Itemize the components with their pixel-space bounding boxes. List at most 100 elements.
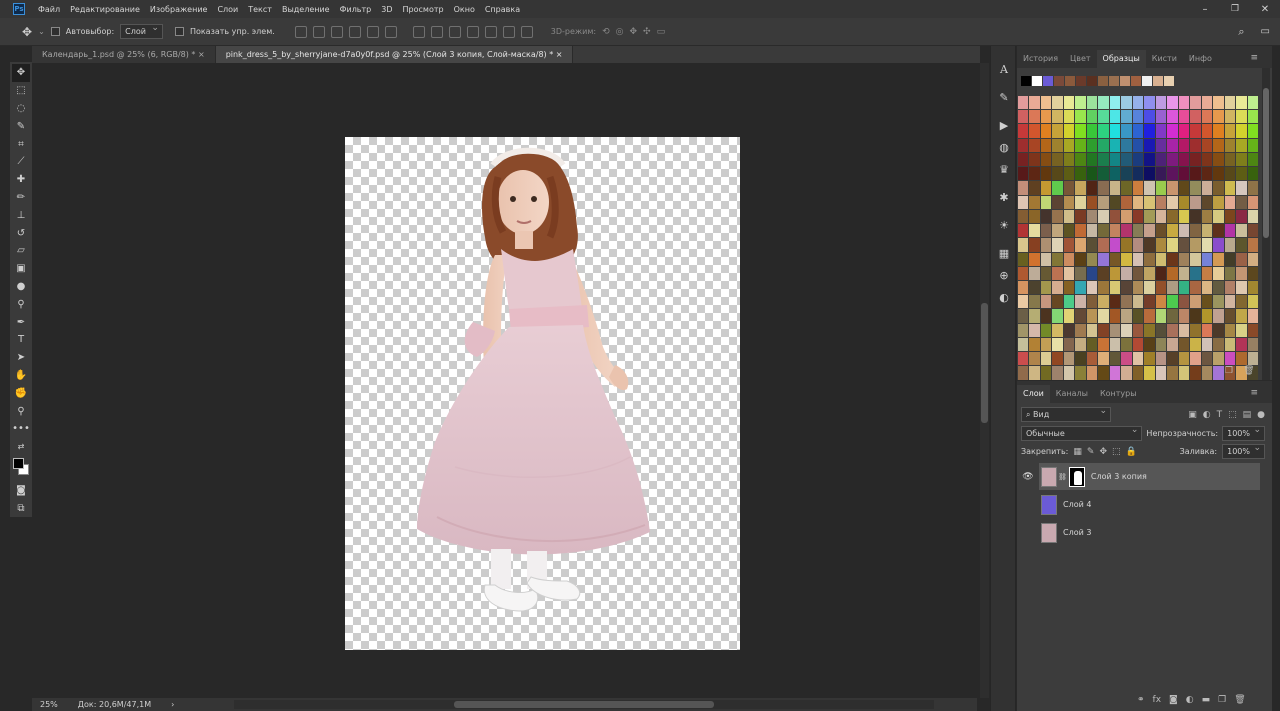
fill-input[interactable]: 100% bbox=[1222, 442, 1265, 459]
align-hcenter-icon[interactable] bbox=[366, 25, 379, 38]
swatch[interactable] bbox=[1190, 280, 1201, 295]
lasso-tool-icon[interactable]: ◌ bbox=[12, 100, 30, 118]
swatch[interactable] bbox=[1098, 152, 1109, 167]
swatch[interactable] bbox=[1121, 152, 1132, 167]
adjustment-layer-icon[interactable]: ◐ bbox=[1186, 695, 1194, 705]
swatch[interactable] bbox=[1190, 337, 1201, 352]
swatch[interactable] bbox=[1075, 167, 1086, 181]
swatch[interactable] bbox=[1224, 138, 1236, 152]
swatch[interactable] bbox=[1213, 337, 1224, 352]
swatch[interactable] bbox=[1121, 366, 1132, 380]
link-layers-icon[interactable]: ⚭ bbox=[1137, 695, 1145, 705]
swatch[interactable] bbox=[1155, 280, 1167, 295]
swatch[interactable] bbox=[1178, 323, 1190, 337]
swatch[interactable] bbox=[1109, 224, 1121, 238]
swatch[interactable] bbox=[1109, 209, 1121, 224]
swatch[interactable] bbox=[1029, 152, 1040, 167]
swatch[interactable] bbox=[1086, 238, 1098, 252]
swatch[interactable] bbox=[1167, 366, 1178, 380]
swatch[interactable] bbox=[1167, 181, 1178, 195]
3d-scale-icon[interactable]: ▭ bbox=[657, 27, 666, 37]
search-icon[interactable]: ⌕ bbox=[1238, 25, 1244, 39]
swatch[interactable] bbox=[1029, 323, 1040, 337]
swatch[interactable] bbox=[1144, 96, 1155, 110]
swatch[interactable] bbox=[1052, 309, 1063, 323]
swatch[interactable] bbox=[1178, 252, 1190, 266]
swatch[interactable] bbox=[1167, 195, 1178, 209]
swatch[interactable] bbox=[1144, 209, 1155, 224]
swatch[interactable] bbox=[1155, 96, 1167, 110]
menu-window[interactable]: Окно bbox=[449, 5, 480, 14]
swatch[interactable] bbox=[1155, 195, 1167, 209]
swatch[interactable] bbox=[1098, 209, 1109, 224]
swatch[interactable] bbox=[1109, 110, 1121, 124]
swatch[interactable] bbox=[1029, 195, 1040, 209]
swatch[interactable] bbox=[1132, 209, 1144, 224]
swatch[interactable] bbox=[1109, 124, 1121, 138]
layer-kind-filter[interactable]: ⌕ Вид bbox=[1021, 405, 1111, 422]
swatch[interactable] bbox=[1164, 76, 1174, 86]
swatch[interactable] bbox=[1075, 309, 1086, 323]
swatch[interactable] bbox=[1190, 209, 1201, 224]
swatch[interactable] bbox=[1132, 337, 1144, 352]
swatch[interactable] bbox=[1086, 96, 1098, 110]
swatch[interactable] bbox=[1155, 323, 1167, 337]
character-panel-icon[interactable]: A bbox=[991, 58, 1017, 80]
swatch[interactable] bbox=[1098, 181, 1109, 195]
swatch[interactable] bbox=[1201, 138, 1213, 152]
swatch[interactable] bbox=[1236, 309, 1247, 323]
swatch[interactable] bbox=[1155, 181, 1167, 195]
swatch[interactable] bbox=[1052, 366, 1063, 380]
scrollbar-thumb[interactable] bbox=[981, 303, 988, 423]
align-top-icon[interactable] bbox=[294, 25, 307, 38]
swatch[interactable] bbox=[1178, 195, 1190, 209]
swatch[interactable] bbox=[1167, 266, 1178, 280]
swatch[interactable] bbox=[1065, 76, 1075, 86]
new-swatch-icon[interactable]: ❐ bbox=[1225, 366, 1233, 376]
swatch[interactable] bbox=[1213, 238, 1224, 252]
swatch[interactable] bbox=[1247, 195, 1258, 209]
swatch[interactable] bbox=[1213, 323, 1224, 337]
swatch[interactable] bbox=[1121, 252, 1132, 266]
swatch[interactable] bbox=[1155, 266, 1167, 280]
swatch[interactable] bbox=[1247, 96, 1258, 110]
swatch[interactable] bbox=[1178, 238, 1190, 252]
swatch[interactable] bbox=[1190, 238, 1201, 252]
swatch[interactable] bbox=[1224, 309, 1236, 323]
tab-swatches[interactable]: Образцы bbox=[1096, 50, 1146, 68]
swatch[interactable] bbox=[1247, 167, 1258, 181]
menu-image[interactable]: Изображение bbox=[145, 5, 213, 14]
visibility-eye-icon[interactable]: 👁 bbox=[1021, 472, 1035, 482]
filter-adjustment-icon[interactable]: ◐ bbox=[1203, 410, 1211, 420]
swatch[interactable] bbox=[1144, 337, 1155, 352]
delete-swatch-icon[interactable]: 🗑 bbox=[1243, 366, 1254, 376]
swatch[interactable] bbox=[1213, 295, 1224, 309]
adjustments-icon[interactable]: ✱ bbox=[991, 186, 1017, 208]
swatch[interactable] bbox=[1213, 224, 1224, 238]
tab-info[interactable]: Инфо bbox=[1183, 50, 1218, 68]
swatch[interactable] bbox=[1040, 224, 1052, 238]
menu-select[interactable]: Выделение bbox=[277, 5, 335, 14]
swatch[interactable] bbox=[1029, 252, 1040, 266]
swatch[interactable] bbox=[1155, 224, 1167, 238]
swatch[interactable] bbox=[1121, 138, 1132, 152]
swatch[interactable] bbox=[1063, 295, 1075, 309]
swatch[interactable] bbox=[1236, 181, 1247, 195]
swatch[interactable] bbox=[1224, 252, 1236, 266]
swatch[interactable] bbox=[1167, 323, 1178, 337]
swatch[interactable] bbox=[1190, 352, 1201, 366]
swatch[interactable] bbox=[1131, 76, 1141, 86]
swatch[interactable] bbox=[1144, 110, 1155, 124]
swatch[interactable] bbox=[1190, 110, 1201, 124]
swatch[interactable] bbox=[1201, 195, 1213, 209]
swatch[interactable] bbox=[1190, 295, 1201, 309]
layer-mask-thumbnail[interactable] bbox=[1068, 466, 1085, 487]
swatch[interactable] bbox=[1201, 266, 1213, 280]
swatch[interactable] bbox=[1236, 295, 1247, 309]
swatch[interactable] bbox=[1167, 110, 1178, 124]
swatch[interactable] bbox=[1167, 209, 1178, 224]
swatch[interactable] bbox=[1029, 209, 1040, 224]
swatch[interactable] bbox=[1086, 195, 1098, 209]
swatch[interactable] bbox=[1121, 110, 1132, 124]
swatch[interactable] bbox=[1144, 181, 1155, 195]
